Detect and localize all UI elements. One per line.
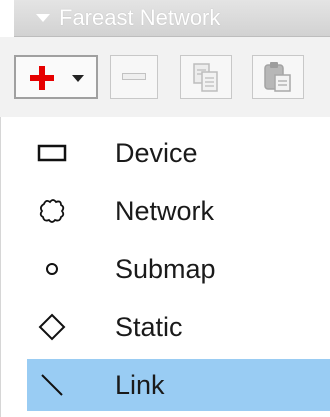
paste-icon (264, 62, 291, 92)
copy-icon (193, 63, 218, 92)
menu-item-static[interactable]: Static (27, 301, 330, 353)
plus-icon (30, 66, 54, 90)
circle-icon (46, 263, 58, 275)
menu-item-label: Link (115, 370, 165, 400)
menu-item-label: Submap (115, 254, 216, 284)
diagonal-line-icon (41, 374, 63, 396)
menu-item-label: Network (115, 196, 215, 226)
paste-button[interactable] (252, 55, 304, 99)
menu-item-label: Device (115, 138, 198, 168)
menu-item-link[interactable]: Link (27, 359, 330, 411)
diamond-icon (38, 313, 66, 341)
menu-item-network[interactable]: Network (27, 185, 330, 237)
add-dropdown-menu: Device Network Submap Static Link (0, 117, 330, 417)
dropdown-caret-icon (72, 75, 84, 82)
add-button[interactable] (14, 55, 98, 99)
minus-icon (122, 73, 146, 80)
menu-item-submap[interactable]: Submap (27, 243, 330, 295)
rectangle-icon (37, 144, 67, 162)
copy-button[interactable] (180, 55, 232, 99)
panel-titlebar[interactable]: Fareast Network (14, 0, 330, 37)
cloud-icon (39, 199, 65, 223)
toolbar (0, 37, 330, 117)
collapse-arrow-icon[interactable] (36, 14, 50, 22)
panel-title: Fareast Network (59, 5, 221, 30)
remove-button[interactable] (110, 55, 158, 99)
menu-item-label: Static (115, 312, 183, 342)
menu-item-device[interactable]: Device (27, 127, 330, 179)
